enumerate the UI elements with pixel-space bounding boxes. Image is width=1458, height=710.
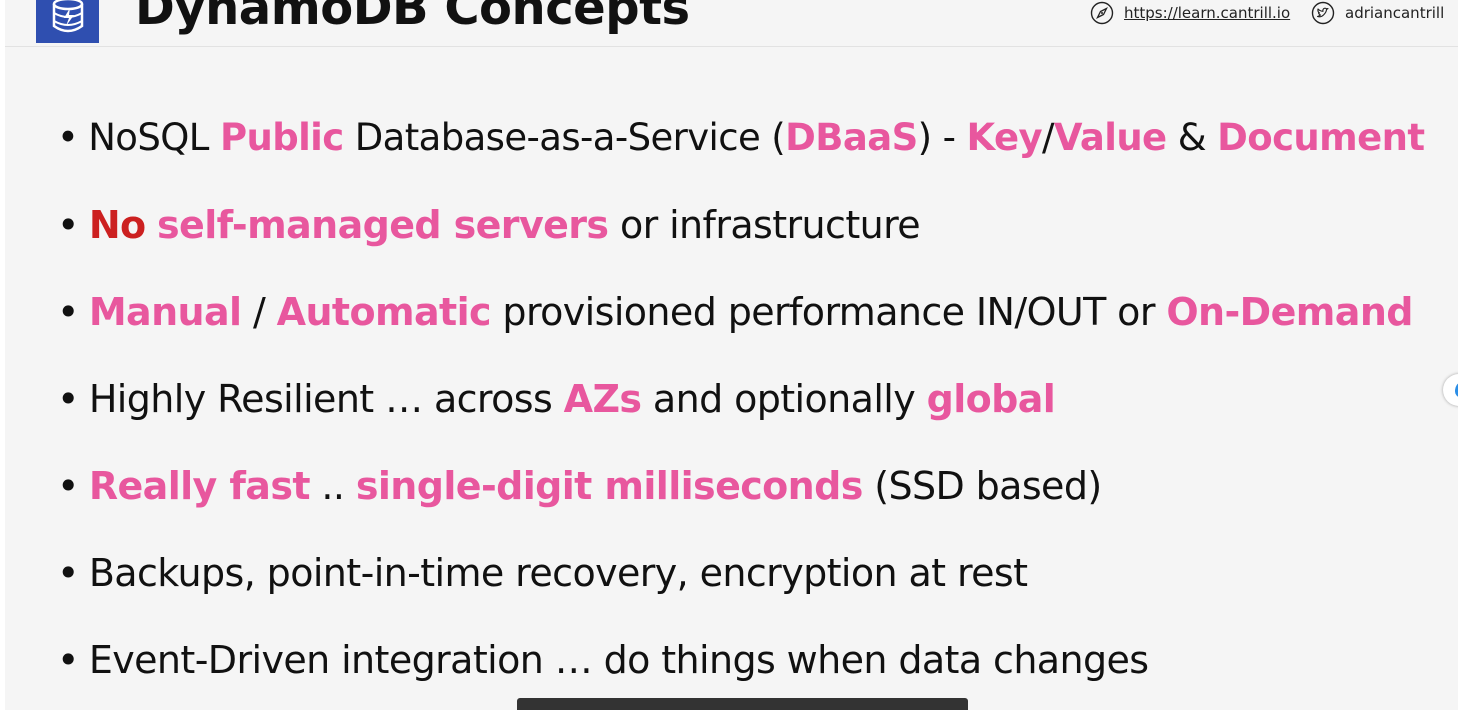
bullet-text: (SSD based)	[862, 464, 1102, 508]
slide: DynamoDB Concepts https://learn.cantrill…	[5, 0, 1458, 710]
bullet-dot: •	[57, 551, 79, 595]
highlight-text: Manual	[88, 290, 242, 334]
bullet-list: • NoSQL Public Database-as-a-Service (DBa…	[5, 0, 1458, 710]
highlight-text: AZs	[563, 377, 642, 421]
bullet-dot: •	[57, 290, 79, 334]
bullet-item: • Backups, point-in-time recovery, encryp…	[57, 548, 1028, 598]
bullet-text: Database-as-a-Service (	[343, 116, 786, 159]
highlight-text: Automatic	[276, 290, 492, 334]
bullet-item: • No self-managed servers or infrastructu…	[57, 200, 921, 250]
highlight-text: On-Demand	[1166, 290, 1413, 334]
bullet-text: /	[241, 290, 277, 334]
bullet-text: Highly Resilient … across	[88, 377, 564, 421]
bullet-text: /	[1041, 116, 1054, 159]
bullet-text: ..	[309, 464, 356, 508]
bullet-text: NoSQL	[88, 116, 220, 159]
highlight-text: Value	[1053, 116, 1167, 159]
highlight-text: Document	[1217, 116, 1425, 159]
bullet-item: • Really fast .. single-digit millisecond…	[57, 461, 1102, 511]
highlight-text: single-digit milliseconds	[355, 464, 864, 508]
bullet-dot: •	[57, 116, 79, 159]
bullet-text: Event-Driven integration … do things whe…	[88, 638, 1149, 682]
bullet-dot: •	[57, 464, 79, 508]
bullet-item: • Event-Driven integration … do things wh…	[57, 635, 1149, 685]
bullet-text	[146, 203, 157, 247]
bullet-dot: •	[57, 377, 79, 421]
bullet-text: or infrastructure	[608, 203, 921, 247]
bullet-text: &	[1166, 116, 1218, 159]
bullet-item: • NoSQL Public Database-as-a-Service (DBa…	[57, 113, 1425, 163]
highlight-text: self-managed servers	[157, 203, 609, 247]
highlight-text: No	[88, 203, 146, 247]
bullet-dot: •	[57, 203, 79, 247]
bullet-dot: •	[57, 638, 79, 682]
highlight-text: DBaaS	[785, 116, 918, 159]
highlight-text: Key	[966, 116, 1043, 159]
bullet-text: ) -	[917, 116, 967, 159]
bullet-text: and optionally	[641, 377, 927, 421]
highlight-text: global	[926, 377, 1056, 421]
caption-bar	[517, 698, 968, 710]
highlight-text: Really fast	[88, 464, 311, 508]
bullet-text: Backups, point-in-time recovery, encrypt…	[88, 551, 1028, 595]
bullet-item: • Highly Resilient … across AZs and optio…	[57, 374, 1056, 424]
bullet-text: provisioned performance IN/OUT or	[490, 290, 1167, 334]
bullet-item: • Manual / Automatic provisioned performa…	[57, 287, 1413, 337]
highlight-text: Public	[219, 116, 344, 159]
